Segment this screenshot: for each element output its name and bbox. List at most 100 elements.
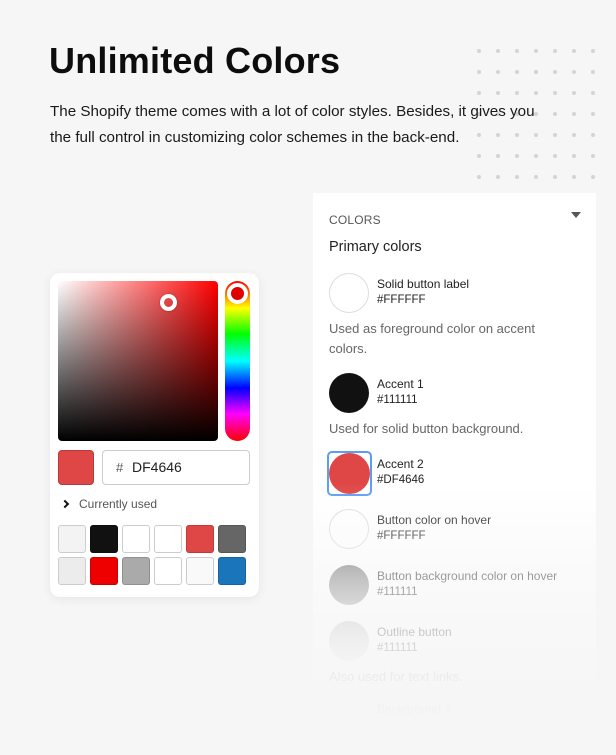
color-swatch-button[interactable] [329,373,371,415]
colors-settings-panel: COLORS Primary colors Solid button label… [313,193,596,755]
page-title: Unlimited Colors [49,40,341,81]
color-swatch [329,373,369,413]
recent-colors-grid [58,525,250,585]
decor-dot [591,175,595,179]
color-setting-hex: #111111 [377,642,418,654]
color-setting-label: Accent 2 [377,457,424,471]
decor-dot [572,70,576,74]
page-description: The Shopify theme comes with a lot of co… [50,103,535,146]
color-setting-label: Outline button [377,625,452,639]
decor-dot [477,70,481,74]
decor-dot [496,70,500,74]
color-setting-hex: #FFFFFF [377,294,426,306]
decor-dot [496,49,500,53]
color-setting-description: Used for solid button background. [329,421,524,436]
decor-dot [553,91,557,95]
decor-dot [553,49,557,53]
hue-slider-handle[interactable] [227,283,248,304]
color-setting-description: Used as foreground color on accent color… [329,321,535,356]
decor-dot [572,175,576,179]
decor-dot [591,49,595,53]
color-setting-label: Background 1 [377,702,452,716]
decor-dot [591,70,595,74]
decor-dot [496,175,500,179]
color-swatch-button[interactable] [329,565,371,607]
color-setting-item[interactable]: Outline button #111111 [329,621,589,663]
recent-color-swatch[interactable] [154,525,182,553]
decor-dot [496,91,500,95]
currently-used-label: Currently used [79,497,158,511]
decor-dot [477,175,481,179]
decor-dot [477,91,481,95]
color-setting-item[interactable]: Button background color on hover #111111 [329,565,589,607]
color-setting-label: Button background color on hover [377,569,558,583]
color-setting-description: Also used for text links. [329,669,463,684]
decor-dot [515,154,519,158]
recent-color-swatch[interactable] [186,525,214,553]
decor-dot [591,133,595,137]
decor-dot [477,49,481,53]
recent-color-swatch[interactable] [154,557,182,585]
recent-color-swatch[interactable] [122,557,150,585]
color-swatch [329,273,369,313]
decor-dot [534,175,538,179]
saturation-value-handle[interactable] [160,294,177,311]
color-setting-item[interactable]: Button color on hover #FFFFFF [329,509,589,551]
decor-dot [591,91,595,95]
decor-dot [515,91,519,95]
decor-dot [534,49,538,53]
color-swatch [329,509,369,549]
color-swatch-button[interactable] [329,509,371,551]
decor-dot [515,49,519,53]
decor-dot [534,91,538,95]
hue-slider[interactable] [225,281,250,441]
decor-dot [477,154,481,158]
recent-color-swatch[interactable] [218,557,246,585]
color-setting-label: Accent 1 [377,377,424,391]
saturation-value-area[interactable] [58,281,218,441]
decor-dot [591,154,595,158]
decor-dot [496,154,500,158]
color-setting-label: Button color on hover [377,513,492,527]
color-setting-item[interactable]: Solid button label #FFFFFF [329,273,589,315]
caret-down-icon[interactable] [571,212,581,218]
color-swatch-button[interactable] [329,621,371,663]
decor-dot [591,112,595,116]
color-swatch [329,698,369,738]
current-color-preview [58,450,94,485]
decor-dot [515,175,519,179]
color-setting-label: Solid button label [377,277,470,291]
color-swatch-button[interactable] [329,273,371,315]
decor-dot [572,154,576,158]
color-swatch [329,453,370,494]
color-setting-item[interactable]: Accent 2 #DF4646 [327,451,589,496]
color-swatch-button[interactable] [327,451,372,496]
hash-prefix: # [116,460,124,475]
recent-color-swatch[interactable] [90,557,118,585]
color-setting-item[interactable]: Accent 1 #111111 [329,373,589,415]
primary-colors-heading: Primary colors [329,239,422,255]
decor-dot [572,112,576,116]
recent-color-swatch[interactable] [58,525,86,553]
recent-color-swatch[interactable] [186,557,214,585]
decor-dot [515,70,519,74]
color-swatch [329,565,369,605]
color-setting-hex: #111111 [377,394,418,406]
color-setting-hex: #FFFFFF [377,530,426,542]
decor-dot [553,70,557,74]
recent-color-swatch[interactable] [218,525,246,553]
recent-color-swatch[interactable] [58,557,86,585]
decor-dot [534,154,538,158]
color-swatch [329,621,369,661]
recent-color-swatch[interactable] [90,525,118,553]
color-setting-item[interactable]: Background 1 [329,698,589,740]
color-setting-hex: #DF4646 [377,474,425,486]
colors-section-header[interactable]: COLORS [329,209,581,227]
hex-input-field[interactable]: # [102,450,250,485]
decor-dot [572,91,576,95]
recent-color-swatch[interactable] [122,525,150,553]
decor-dot [534,70,538,74]
hex-value-input[interactable] [132,459,232,475]
decor-dot [553,133,557,137]
color-swatch-button[interactable] [329,698,371,740]
